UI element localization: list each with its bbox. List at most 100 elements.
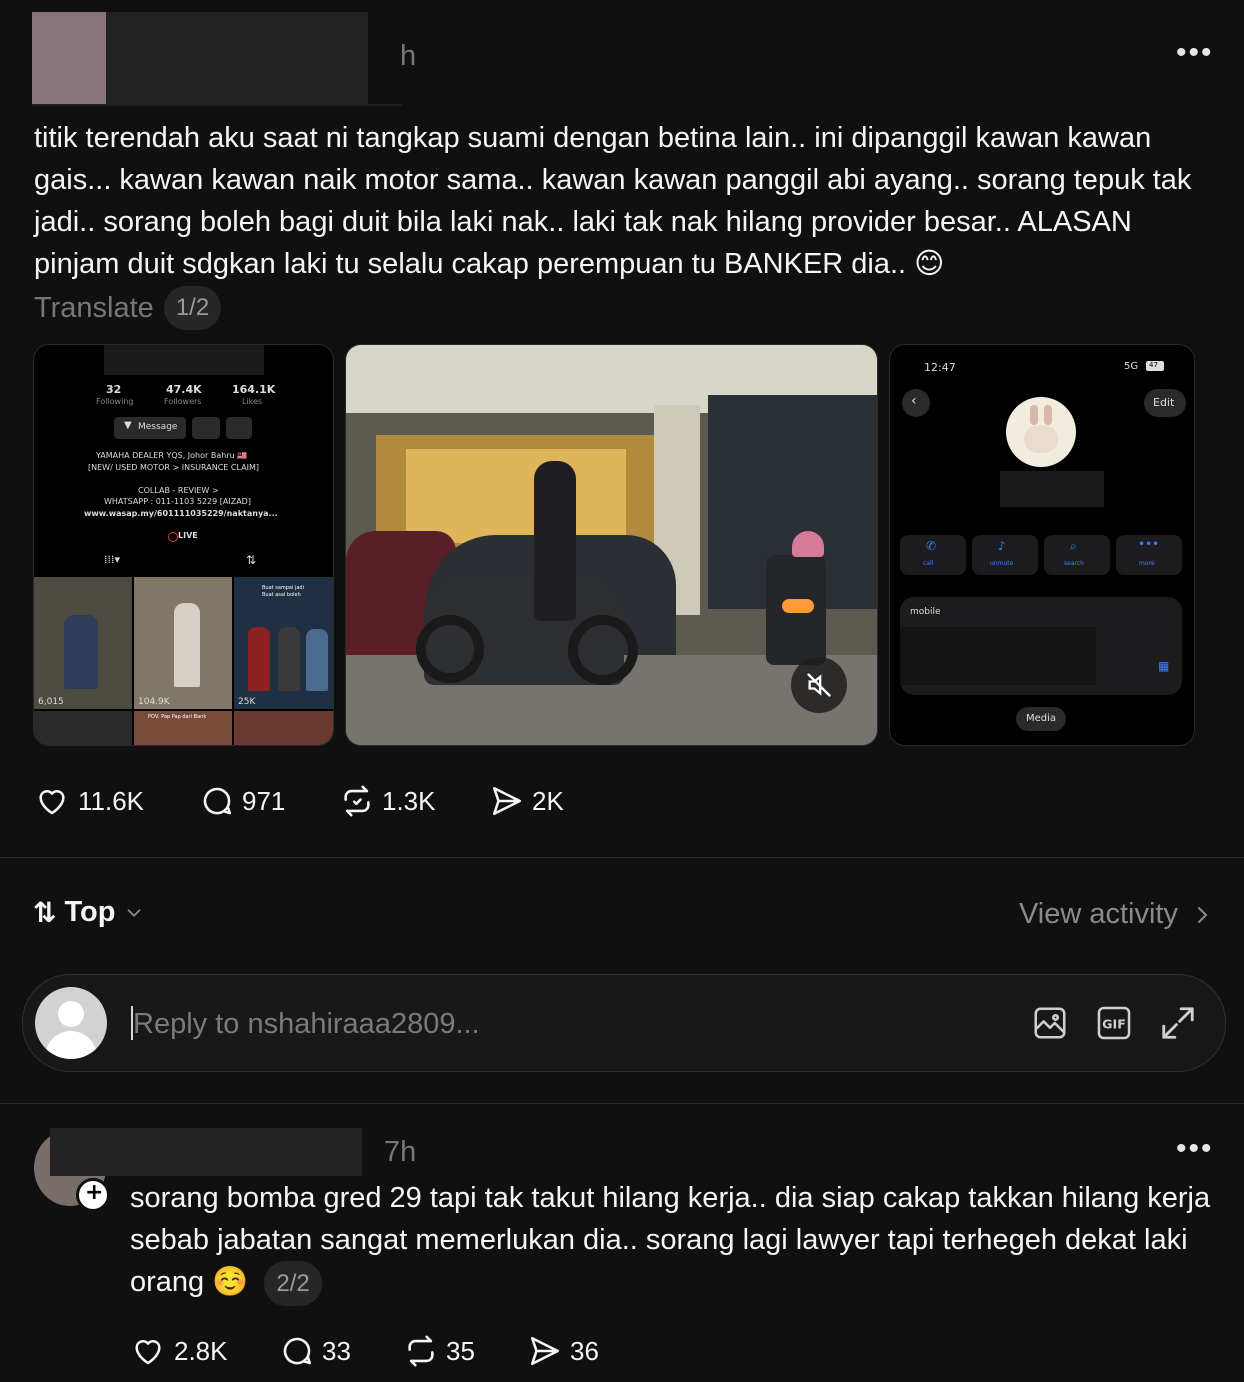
motorcycle-wheel-rear bbox=[568, 615, 638, 685]
edit-button: Edit bbox=[1144, 389, 1186, 417]
bio-link: www.wasap.my/601111035229/naktanya... bbox=[84, 509, 278, 518]
thumb-caption-1: Buat sampai jadi bbox=[262, 585, 304, 591]
add-friend-button bbox=[192, 417, 220, 439]
expand-icon[interactable] bbox=[1159, 1004, 1197, 1042]
translate-link[interactable]: Translate bbox=[34, 292, 154, 325]
like-button[interactable]: 11.6K bbox=[34, 784, 200, 818]
comment-bubble-icon bbox=[283, 1337, 312, 1365]
reply-input[interactable] bbox=[131, 1003, 915, 1045]
unmute-button[interactable] bbox=[791, 657, 847, 713]
following-count: 32 bbox=[106, 383, 122, 396]
share-count: 2K bbox=[532, 785, 564, 816]
battery-icon: 47 bbox=[1146, 361, 1164, 371]
post-text: titik terendah aku saat ni tangkap suami… bbox=[34, 122, 1192, 280]
image-icon[interactable] bbox=[1031, 1004, 1069, 1042]
avatar-body bbox=[45, 1031, 97, 1059]
contact-name-redacted bbox=[1000, 471, 1104, 507]
call-action: ✆ call bbox=[900, 535, 966, 575]
sort-arrows-icon: ⇅ bbox=[33, 897, 57, 928]
comment-text: sorang bomba gred 29 tapi tak takut hila… bbox=[130, 1177, 1220, 1306]
phone-icon: ✆ bbox=[926, 539, 937, 553]
motorcycle-wheel-front bbox=[416, 615, 484, 683]
bunny-face bbox=[1024, 425, 1058, 453]
following-label: Following bbox=[96, 397, 134, 406]
repost-icon bbox=[408, 1335, 434, 1367]
follow-plus-button[interactable]: + bbox=[76, 1178, 110, 1212]
send-icon bbox=[530, 1336, 560, 1366]
repost-icon bbox=[344, 785, 370, 817]
search-icon: ⌕ bbox=[1070, 539, 1077, 553]
qr-icon: ▦ bbox=[1158, 659, 1170, 673]
more-horizontal-icon: ••• bbox=[1176, 36, 1214, 69]
search-action: ⌕ search bbox=[1044, 535, 1110, 575]
media-contact-screenshot[interactable]: 12:47 5G 47 ‹ Edit ✆ call ♪ unmute ⌕ sea… bbox=[889, 344, 1195, 746]
comment-button[interactable]: 33 bbox=[280, 1334, 404, 1368]
commenter-name-redacted[interactable] bbox=[50, 1128, 362, 1176]
repost-count: 35 bbox=[446, 1335, 475, 1366]
bio-line-1: YAMAHA DEALER YQS, Johor Bahru 🇲🇾 bbox=[96, 451, 248, 460]
plus-icon: + bbox=[85, 1180, 104, 1205]
repost-count: 1.3K bbox=[382, 785, 436, 816]
media-video[interactable] bbox=[345, 344, 878, 746]
sort-dropdown[interactable]: ⇅ Top bbox=[33, 896, 145, 929]
comment-count: 33 bbox=[322, 1335, 351, 1366]
live-label: LIVE bbox=[178, 531, 198, 540]
media-button: Media bbox=[1016, 707, 1066, 731]
chevron-right-icon bbox=[1198, 906, 1208, 923]
back-button: ‹ bbox=[902, 389, 930, 417]
divider bbox=[0, 1103, 1244, 1104]
comment-more-button[interactable]: ••• bbox=[1176, 1134, 1214, 1164]
more-horizontal-icon: ••• bbox=[1138, 537, 1160, 551]
gif-icon[interactable]: GIF bbox=[1095, 1004, 1133, 1042]
share-button[interactable]: 36 bbox=[528, 1334, 599, 1368]
avatar[interactable] bbox=[32, 12, 106, 104]
view-activity-link[interactable]: View activity bbox=[1019, 898, 1212, 931]
thumb-caption-2: Buat asal boleh bbox=[262, 592, 301, 598]
like-count: 2.8K bbox=[174, 1335, 228, 1366]
dropdown-button bbox=[226, 417, 252, 439]
bell-icon: ♪ bbox=[998, 539, 1006, 553]
message-button: Message ▼ bbox=[114, 417, 186, 439]
unmute-action: ♪ unmute bbox=[972, 535, 1038, 575]
comment-bubble-icon bbox=[203, 787, 232, 815]
comment-button[interactable]: 971 bbox=[200, 784, 340, 818]
send-icon bbox=[492, 786, 522, 816]
rider-person bbox=[534, 461, 576, 621]
svg-text:GIF: GIF bbox=[1102, 1017, 1126, 1032]
comment-actions: 2.8K 33 35 36 bbox=[130, 1334, 599, 1368]
thumb-views-1: 6,015 bbox=[38, 697, 64, 707]
post-more-button[interactable]: ••• bbox=[1176, 38, 1214, 68]
likes-count: 164.1K bbox=[232, 383, 276, 396]
delivery-helmet bbox=[792, 531, 824, 557]
status-time: 12:47 bbox=[924, 361, 956, 374]
username-redacted[interactable] bbox=[106, 12, 368, 104]
post-time: h bbox=[400, 40, 417, 72]
repost-button[interactable]: 1.3K bbox=[340, 784, 490, 818]
bunny-ear-right bbox=[1044, 405, 1052, 425]
volume-muted-icon bbox=[807, 673, 831, 697]
post-actions: 11.6K 971 1.3K 2K bbox=[34, 784, 564, 818]
mobile-card: mobile ▦ bbox=[900, 597, 1182, 695]
share-button[interactable]: 2K bbox=[490, 784, 564, 818]
sort-label: Top bbox=[64, 896, 116, 928]
grid-tab-icon: ⁞⁞⁞▾ bbox=[104, 553, 121, 566]
like-button[interactable]: 2.8K bbox=[130, 1334, 280, 1368]
video-thumb-6 bbox=[234, 711, 333, 745]
heart-icon bbox=[39, 789, 65, 815]
followers-label: Followers bbox=[164, 397, 202, 406]
text-caret bbox=[131, 1006, 133, 1040]
user-avatar[interactable] bbox=[35, 987, 107, 1059]
share-count: 36 bbox=[570, 1335, 599, 1366]
repost-tab-icon: ⇅ bbox=[246, 553, 257, 567]
thread-page-badge: 1/2 bbox=[163, 286, 222, 330]
bunny-ear-left bbox=[1030, 405, 1038, 425]
more-action: ••• more bbox=[1116, 535, 1182, 575]
pixelation bbox=[32, 104, 402, 106]
repost-button[interactable]: 35 bbox=[404, 1334, 528, 1368]
view-activity-label: View activity bbox=[1018, 898, 1178, 930]
more-horizontal-icon: ••• bbox=[1176, 1132, 1214, 1165]
media-profile-screenshot[interactable]: 32 Following 47.4K Followers 164.1K Like… bbox=[33, 344, 334, 746]
chevron-down-icon bbox=[128, 908, 141, 917]
video-thumb-3-person-a bbox=[248, 627, 270, 691]
thumb-caption-3: POV: Pap Pap dari Bank bbox=[148, 714, 207, 720]
